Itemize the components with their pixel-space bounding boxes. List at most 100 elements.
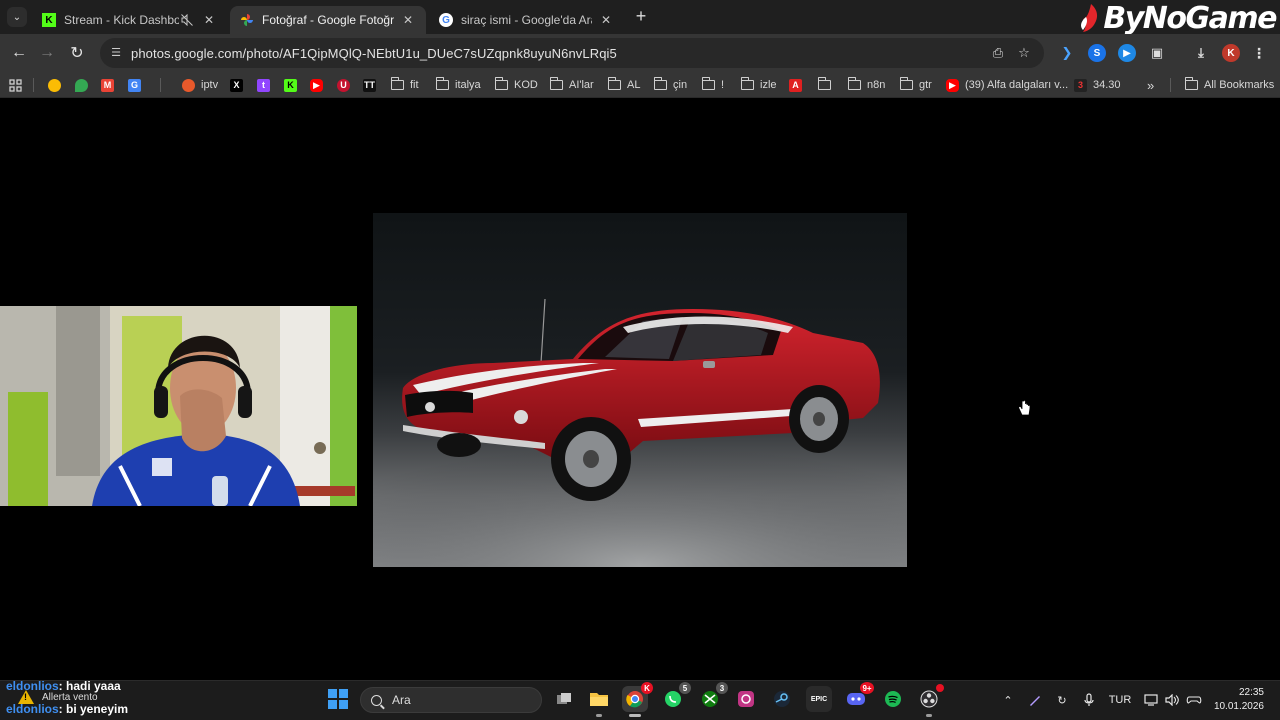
install-app-icon[interactable]: ⎙: [990, 45, 1006, 61]
show-hidden-icons-chevron[interactable]: ⌃: [1001, 691, 1015, 709]
instagram-icon[interactable]: [733, 686, 759, 712]
bookmark-label: gtr: [919, 79, 932, 91]
bookmark-photos[interactable]: [48, 76, 67, 94]
bookmark-folder-exclaim[interactable]: !: [701, 76, 724, 94]
extensions-puzzle-icon[interactable]: ▣: [1148, 44, 1166, 62]
tab-search-chevron-icon[interactable]: ⌄: [7, 7, 27, 27]
input-language[interactable]: TUR: [1106, 691, 1134, 709]
bynogame-logo: ByNoGame: [1077, 1, 1277, 36]
folder-icon: [607, 77, 621, 90]
car-photo[interactable]: [373, 213, 907, 567]
tab-google-search[interactable]: G siraç ismi - Google'da Ara ✕: [429, 6, 624, 34]
bookmark-gmail[interactable]: M: [101, 76, 120, 94]
browser-menu-icon[interactable]: ⋮: [1250, 44, 1268, 62]
bookmark-tt[interactable]: TT: [363, 76, 382, 94]
bookmark-translate[interactable]: G: [128, 76, 147, 94]
volume-icon[interactable]: [1163, 691, 1181, 709]
bookmark-pdf[interactable]: A: [789, 76, 808, 94]
bookmark-folder-ailar[interactable]: AI'lar: [549, 76, 594, 94]
bookmark-label: fit: [410, 79, 419, 91]
battery-gamepad-icon[interactable]: [1184, 691, 1204, 709]
start-button[interactable]: [328, 689, 348, 709]
chat-message: eldonlios: bi yeneyim: [6, 702, 128, 716]
gmail-icon: M: [101, 78, 114, 92]
close-tab-icon[interactable]: ✕: [400, 12, 416, 28]
download-icon[interactable]: ⤓: [1192, 44, 1210, 62]
spotify-icon[interactable]: [880, 686, 906, 712]
microphone-icon[interactable]: [1080, 691, 1098, 709]
tab-title: Stream - Kick Dashboard: [64, 13, 179, 27]
tab-kick-dashboard[interactable]: K Stream - Kick Dashboard ✕: [32, 6, 227, 34]
steam-icon[interactable]: [769, 686, 795, 712]
bookmark-folder-gtr[interactable]: gtr: [899, 76, 932, 94]
chrome-profile-badge: K: [641, 682, 653, 694]
bynogame-flame-icon: [1081, 4, 1098, 32]
bookmark-3430[interactable]: 3 34.30: [1074, 76, 1121, 94]
bookmark-x[interactable]: X: [230, 76, 249, 94]
bookmark-folder-al[interactable]: AL: [607, 76, 641, 94]
clock-time: 22:35: [1238, 687, 1264, 698]
bookmark-twitch[interactable]: t: [257, 76, 276, 94]
tt-icon: TT: [363, 78, 376, 92]
maps-pin-icon: [75, 78, 88, 92]
close-tab-icon[interactable]: ✕: [598, 12, 614, 28]
discord-icon[interactable]: 9+: [843, 682, 874, 712]
obs-icon[interactable]: [916, 684, 944, 712]
folder-icon: [847, 77, 861, 90]
pen-app-icon[interactable]: [1026, 691, 1044, 709]
bookmarks-bar: M G iptv X t K ▶ U TT fit italya KOD AI'…: [0, 72, 1280, 98]
tab-strip: ⌄ K Stream - Kick Dashboard ✕ Fotoğraf -…: [0, 0, 1280, 36]
url-text[interactable]: photos.google.com/photo/AF1QipMQlQ-NEbtU…: [131, 46, 617, 61]
bookmark-label: AL: [627, 79, 641, 91]
tab-google-photos[interactable]: Fotoğraf - Google Fotoğraflar ✕: [230, 6, 426, 34]
search-placeholder: Ara: [392, 693, 411, 707]
taskbar-search[interactable]: Ara: [360, 687, 542, 713]
apps-grid-icon[interactable]: [9, 76, 22, 94]
bookmark-youtube-alfa[interactable]: ▶ (39) Alfa dalgaları v...: [946, 76, 1068, 94]
address-bar[interactable]: ☰ photos.google.com/photo/AF1QipMQlQ-NEb…: [100, 38, 1044, 68]
folder-icon: [817, 77, 831, 90]
bookmark-folder-n8n[interactable]: n8n: [847, 76, 886, 94]
folder-icon: [494, 77, 508, 90]
epic-games-icon[interactable]: EPIC: [806, 686, 832, 712]
forward-button[interactable]: →: [36, 42, 58, 64]
bookmark-label: n8n: [867, 79, 886, 91]
task-view-icon[interactable]: [551, 686, 577, 712]
whatsapp-badge: 5: [679, 682, 691, 694]
bookmark-iptv[interactable]: iptv: [182, 76, 218, 94]
bookmark-folder-cin[interactable]: çin: [653, 76, 687, 94]
bookmarks-overflow-chevron[interactable]: »: [1147, 76, 1154, 94]
all-bookmarks-button[interactable]: All Bookmarks: [1184, 76, 1275, 94]
new-tab-button[interactable]: +: [632, 7, 650, 26]
sync-icon[interactable]: ↻: [1053, 691, 1071, 709]
file-explorer-icon[interactable]: [586, 686, 612, 712]
bookmark-folder-italya[interactable]: italya: [435, 76, 481, 94]
chrome-taskbar-icon[interactable]: K: [622, 682, 653, 712]
bookmark-red-u[interactable]: U: [337, 76, 356, 94]
bookmark-kick[interactable]: K: [284, 76, 303, 94]
close-tab-icon[interactable]: ✕: [201, 12, 217, 28]
xbox-icon[interactable]: 3: [697, 682, 728, 712]
bookmark-folder-fit[interactable]: fit: [390, 76, 419, 94]
muted-speaker-icon[interactable]: [179, 12, 195, 28]
search-icon: [371, 694, 382, 706]
whatsapp-icon[interactable]: 5: [660, 682, 691, 712]
browser-toolbar: ← → ↻ ☰ photos.google.com/photo/AF1QipMQ…: [0, 34, 1280, 72]
profile-avatar[interactable]: K: [1222, 44, 1240, 62]
reload-button[interactable]: ↻: [66, 42, 88, 64]
network-icon[interactable]: [1142, 691, 1160, 709]
back-button[interactable]: ←: [8, 42, 30, 64]
play-extension-icon[interactable]: ▶: [1118, 44, 1136, 62]
chat-text: : bi yeneyim: [58, 702, 129, 716]
read-aloud-extension-icon[interactable]: ❯: [1058, 44, 1076, 62]
system-clock[interactable]: 22:35 10.01.2026: [1214, 686, 1264, 714]
bookmark-folder-izle[interactable]: izle: [740, 76, 777, 94]
all-bookmarks-label: All Bookmarks: [1204, 79, 1275, 91]
site-info-icon[interactable]: ☰: [109, 46, 123, 60]
bookmark-star-icon[interactable]: ☆: [1016, 45, 1032, 61]
bookmark-maps[interactable]: [75, 76, 94, 94]
shazam-extension-icon[interactable]: S: [1088, 44, 1106, 62]
bookmark-folder-unnamed[interactable]: [817, 76, 837, 94]
bookmark-youtube[interactable]: ▶: [310, 76, 329, 94]
bookmark-folder-kod[interactable]: KOD: [494, 76, 538, 94]
